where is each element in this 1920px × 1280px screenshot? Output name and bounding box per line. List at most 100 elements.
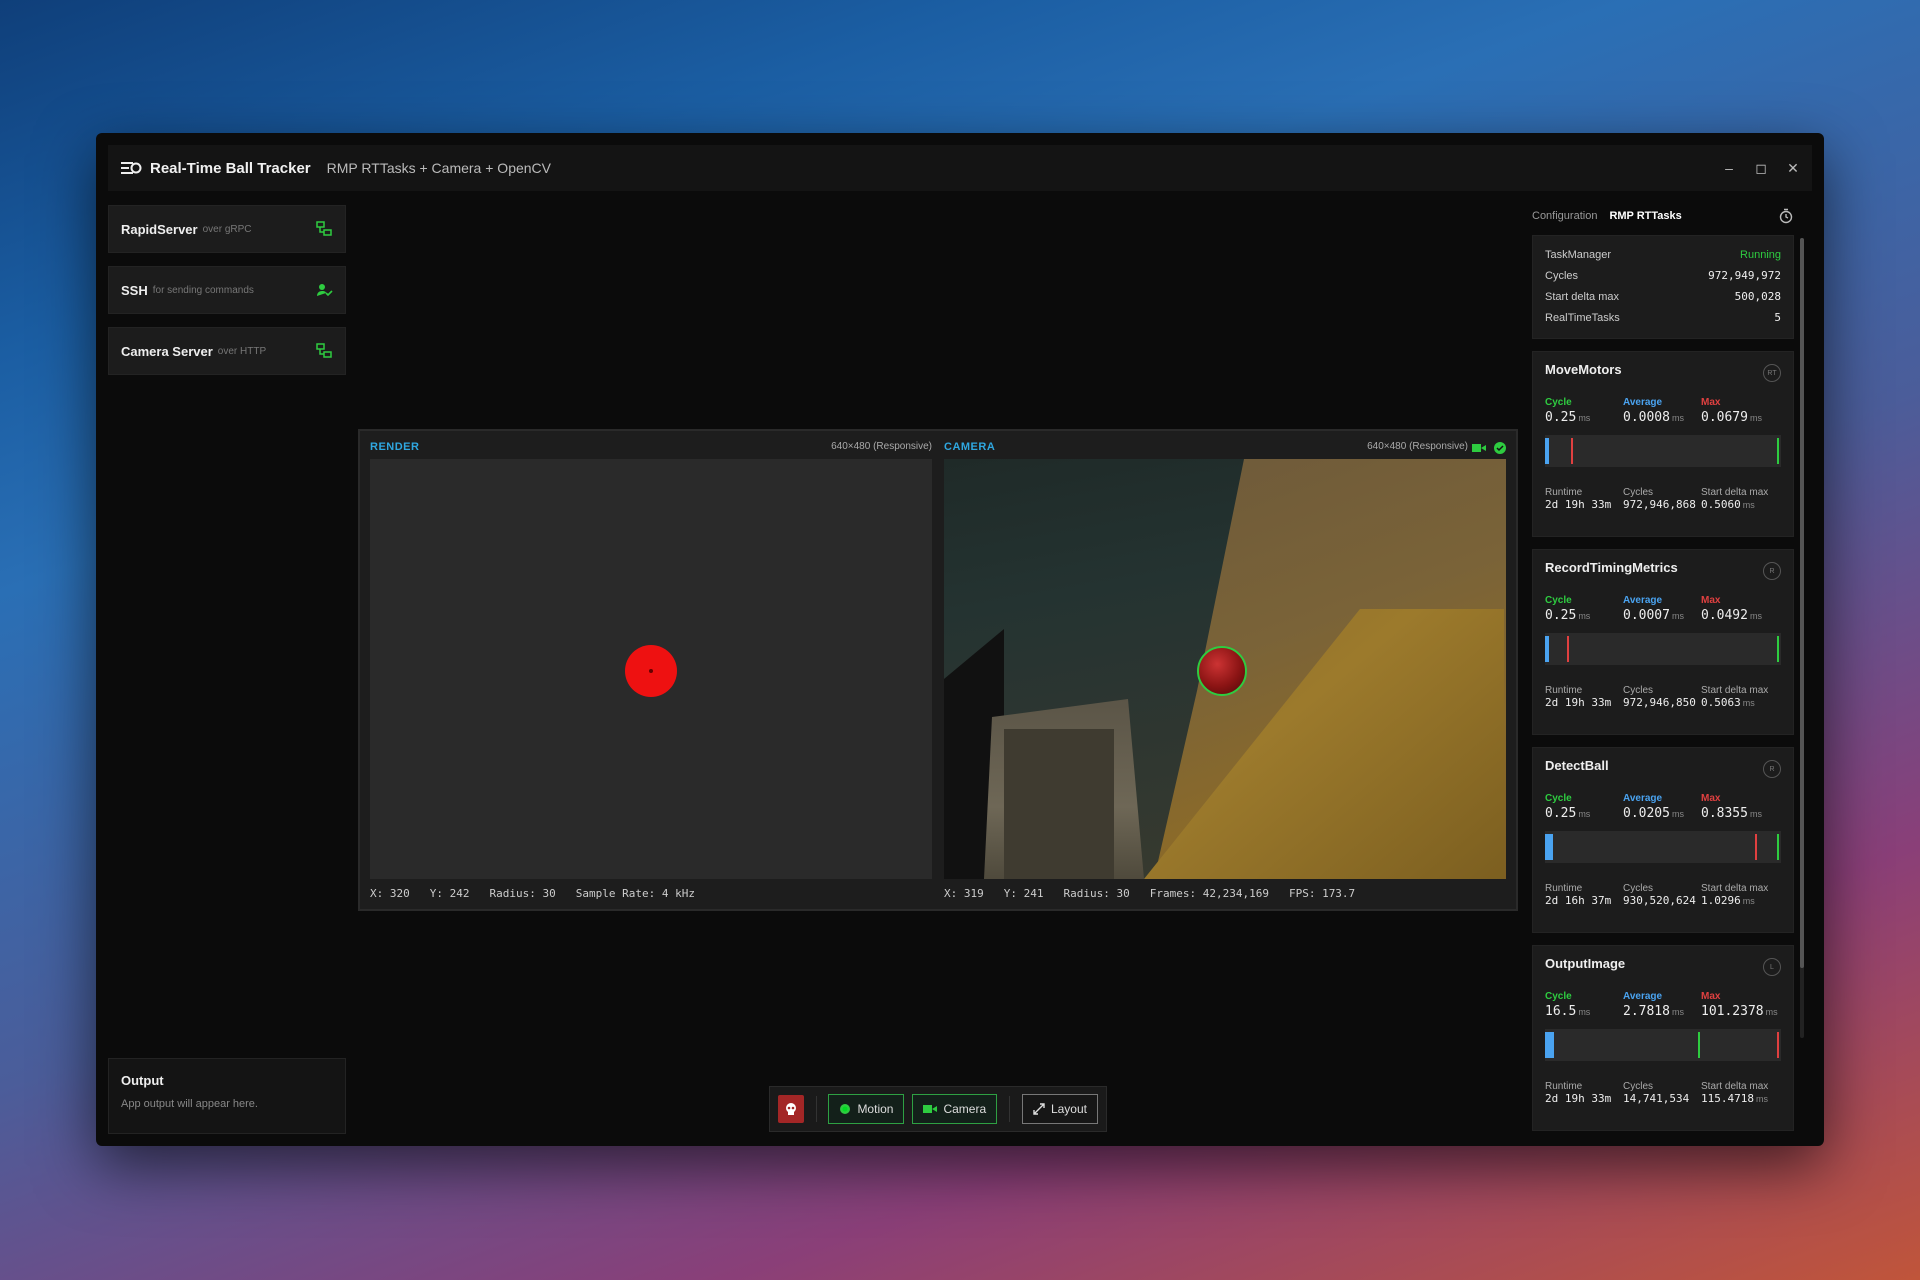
right-panel: Configuration RMP RTTasks TaskManager Ru… (1532, 205, 1794, 1131)
layout-button[interactable]: Layout (1021, 1094, 1098, 1124)
camera-image (944, 459, 1506, 879)
camera-stat-frames: Frames: 42,234,169 (1149, 887, 1269, 900)
runtime-label: Runtime (1545, 883, 1583, 894)
average-label: Average (1623, 991, 1663, 1002)
camera-pane: CAMERA 640×480 (Responsive) X: 319 Y: 24… (944, 441, 1506, 903)
rendered-ball (625, 645, 677, 697)
tm-value: 5 (1774, 311, 1781, 324)
timing-average-marker (1545, 438, 1549, 464)
refresh-timer-icon[interactable] (1778, 208, 1794, 224)
task-card[interactable]: DetectBall R Cycle 0.25 ms Average 0.0205… (1532, 747, 1794, 933)
cycles-value: 14,741,534 (1623, 1092, 1690, 1105)
emergency-stop-button[interactable] (778, 1095, 804, 1123)
render-stat-radius: Radius: 30 (489, 887, 556, 900)
server-desc: for sending commands (152, 284, 254, 296)
average-label: Average (1623, 595, 1663, 606)
timing-max-marker (1755, 834, 1757, 860)
motion-toggle-button[interactable]: Motion (828, 1094, 905, 1124)
minimize-button[interactable]: – (1722, 161, 1736, 175)
timing-average-marker (1545, 834, 1553, 860)
output-text: App output will appear here. (121, 1098, 258, 1110)
unit: ms (1671, 1007, 1684, 1017)
camera-stat-fps: FPS: 173.7 (1288, 887, 1356, 900)
server-desc: over HTTP (217, 345, 267, 357)
unit: ms (1749, 611, 1762, 621)
task-manager-card: TaskManager Running Cycles 972,949,972 S… (1532, 235, 1794, 339)
output-title: Output (121, 1073, 164, 1088)
unit: ms (1671, 611, 1684, 621)
timing-cycle-marker (1777, 438, 1779, 464)
cycles-value: 972,946,850 (1623, 696, 1696, 709)
server-card-camera[interactable]: Camera Server over HTTP (108, 327, 346, 375)
render-resolution: 640×480 (Responsive) (831, 441, 932, 452)
camera-feed[interactable] (944, 459, 1506, 879)
app-subtitle: RMP RTTasks + Camera + OpenCV (326, 160, 551, 176)
task-card[interactable]: MoveMotors RT Cycle 0.25 ms Average 0.000… (1532, 351, 1794, 537)
tab-rmp-rttasks[interactable]: RMP RTTasks (1609, 210, 1681, 222)
title-bar: Real-Time Ball Tracker RMP RTTasks + Cam… (108, 145, 1812, 191)
layout-label: Layout (1050, 1102, 1087, 1116)
close-button[interactable]: ✕ (1786, 161, 1800, 175)
task-name: OutputImage (1545, 956, 1626, 971)
timing-cycle-marker (1777, 834, 1779, 860)
motion-label: Motion (857, 1102, 894, 1116)
task-card[interactable]: RecordTimingMetrics R Cycle 0.25 ms Avera… (1532, 549, 1794, 735)
start-delta-label: Start delta max (1701, 685, 1769, 696)
camera-stats: X: 319 Y: 241 Radius: 30 Frames: 42,234,… (944, 887, 1355, 900)
render-pane: RENDER 640×480 (Responsive) X: 320 Y: 24… (370, 441, 932, 903)
camera-stat-x: X: 319 (944, 887, 984, 900)
cycles-label: Cycles (1623, 685, 1654, 696)
cycle-label: Cycle (1545, 397, 1572, 408)
max-label: Max (1701, 397, 1721, 408)
cycle-label: Cycle (1545, 793, 1572, 804)
timing-bar (1545, 831, 1781, 863)
runtime-value: 2d 16h 37m (1545, 894, 1612, 907)
task-manager-status: Running (1740, 248, 1781, 261)
max-label: Max (1701, 595, 1721, 606)
camera-stat-radius: Radius: 30 (1063, 887, 1130, 900)
unit: ms (1671, 413, 1684, 423)
average-label: Average (1623, 397, 1663, 408)
video-camera-icon[interactable] (1472, 441, 1486, 459)
timing-max-marker (1571, 438, 1573, 464)
average-value: 0.0205 (1623, 806, 1670, 821)
cycle-value: 16.5 (1545, 1004, 1577, 1019)
expand-icon (1033, 1103, 1045, 1115)
runtime-label: Runtime (1545, 685, 1583, 696)
runtime-label: Runtime (1545, 1081, 1583, 1092)
average-value: 0.0007 (1623, 608, 1670, 623)
task-type-badge: R (1763, 562, 1781, 580)
max-value: 0.0492 (1701, 608, 1748, 623)
maximize-button[interactable]: ◻ (1754, 161, 1768, 175)
camera-toggle-button[interactable]: Camera (912, 1094, 998, 1124)
max-value: 101.2378 (1701, 1004, 1764, 1019)
average-value: 2.7818 (1623, 1004, 1670, 1019)
timing-cycle-marker (1777, 636, 1779, 662)
server-card-rapidserver[interactable]: RapidServer over gRPC (108, 205, 346, 253)
task-type-badge: RT (1763, 364, 1781, 382)
server-name: Camera Server (121, 343, 213, 359)
runtime-value: 2d 19h 33m (1545, 1092, 1612, 1105)
cycle-value: 0.25 (1545, 608, 1577, 623)
start-delta-value: 0.5060 (1701, 498, 1741, 511)
task-card[interactable]: OutputImage L Cycle 16.5 ms Average 2.781… (1532, 945, 1794, 1131)
server-connected-icon (315, 342, 333, 360)
unit: ms (1749, 809, 1762, 819)
cycles-label: Cycles (1623, 487, 1654, 498)
tab-configuration[interactable]: Configuration (1532, 210, 1597, 222)
unit: ms (1742, 500, 1755, 510)
unit: ms (1578, 611, 1591, 621)
max-label: Max (1701, 793, 1721, 804)
render-canvas[interactable] (370, 459, 932, 879)
scrollbar-thumb[interactable] (1800, 238, 1804, 968)
unit: ms (1749, 413, 1762, 423)
cycles-value: 972,946,868 (1623, 498, 1696, 511)
timing-cycle-marker (1698, 1032, 1700, 1058)
render-label: RENDER (370, 441, 420, 453)
app-window: Real-Time Ball Tracker RMP RTTasks + Cam… (96, 133, 1824, 1146)
task-name: RecordTimingMetrics (1545, 560, 1678, 575)
right-panel-scrollbar[interactable] (1800, 238, 1804, 1038)
cycle-value: 0.25 (1545, 410, 1577, 425)
server-name: SSH (121, 282, 148, 298)
server-card-ssh[interactable]: SSH for sending commands (108, 266, 346, 314)
